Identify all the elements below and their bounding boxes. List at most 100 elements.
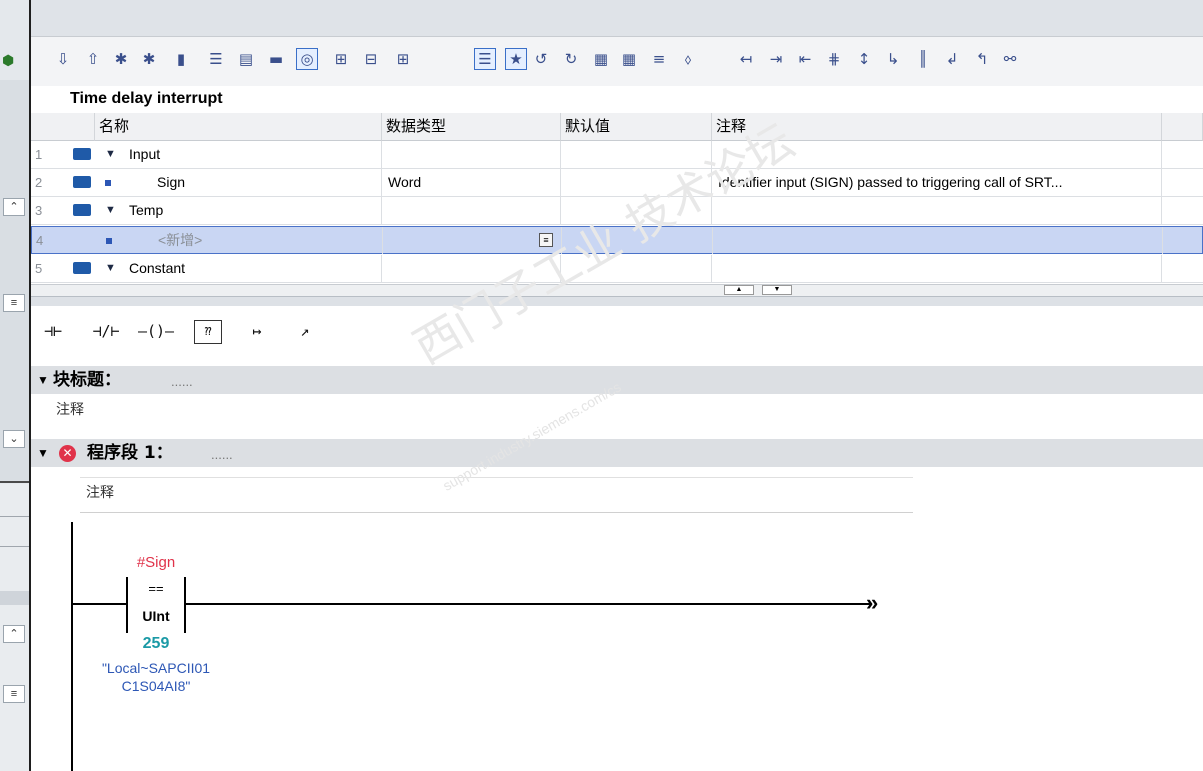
monitor-icon[interactable]: ▦ [590, 48, 612, 70]
menu-lines-icon[interactable]: ≡ [3, 294, 25, 312]
param-type[interactable] [382, 197, 561, 224]
comment-bottom-line [80, 512, 913, 513]
scroll-down-icon[interactable]: ▼ [762, 285, 792, 295]
menu-lines-icon[interactable]: ≡ [3, 685, 25, 703]
operand-top[interactable]: #Sign [116, 554, 196, 571]
parameter-bullet-icon [106, 238, 112, 244]
row-number: 4 [36, 233, 44, 248]
param-comment[interactable] [713, 227, 1163, 254]
panel-divider [0, 546, 29, 547]
network-expand-icon[interactable]: ⊞ [392, 48, 414, 70]
prev-icon[interactable]: ↤ [735, 48, 757, 70]
indent-icon[interactable]: ≡ [648, 48, 670, 70]
panel-tool-icon[interactable]: ⬢ [0, 52, 29, 70]
column-header-datatype[interactable]: 数据类型 [382, 113, 561, 141]
table-row[interactable]: 2 Sign Word Identifier input (SIGN) pass… [31, 169, 1203, 197]
align-left-icon[interactable]: ☰ [205, 48, 227, 70]
error-icon: ✕ [59, 445, 76, 462]
indent-less-icon[interactable]: ⇤ [794, 48, 816, 70]
param-comment[interactable] [712, 197, 1162, 224]
wire-continue-icon: » [866, 590, 879, 615]
network-label: 程序段 1： [87, 443, 173, 463]
operand-bottom-value[interactable]: 259 [116, 635, 196, 653]
collapse-icon[interactable]: ⊟ [360, 48, 382, 70]
goto-alt-icon[interactable]: ↰ [971, 48, 993, 70]
operand-bottom-tag-line2[interactable]: C1S04AI8" [76, 678, 236, 694]
constant-parameter-icon [73, 262, 91, 274]
scroll-down-icon[interactable]: ⌄ [3, 430, 25, 448]
link-icon[interactable]: ↺ [530, 48, 552, 70]
scroll-up-icon[interactable]: ⌃ [3, 198, 25, 216]
expand-icon[interactable]: ⊞ [330, 48, 352, 70]
comment-top-line [80, 477, 913, 478]
delete-row-icon[interactable]: ⇧ [82, 48, 104, 70]
coil-icon[interactable]: –()– [136, 318, 176, 344]
temp-parameter-icon [73, 204, 91, 216]
panel-band [0, 591, 29, 605]
indent-more-icon[interactable]: ⇥ [765, 48, 787, 70]
link-chain-icon[interactable]: ⚯ [999, 48, 1021, 70]
add-new-entry[interactable]: <新增> [142, 227, 383, 254]
insert-row-icon[interactable]: ⇩ [52, 48, 74, 70]
row-number: 5 [35, 261, 43, 276]
table-row[interactable]: 1 ▼ Input [31, 141, 1203, 169]
param-type[interactable] [382, 141, 561, 168]
table-scroll-area[interactable]: ▲ ▼ [31, 284, 1203, 296]
empty-box-icon[interactable]: ⁇ [194, 320, 222, 344]
bars-icon[interactable]: ▬ [265, 48, 287, 70]
network-comment[interactable]: 注释 [86, 482, 114, 502]
column-header-extra [1162, 113, 1203, 141]
shield-icon[interactable]: ⬨ [677, 48, 699, 70]
input-parameter-icon [73, 176, 91, 188]
panel-divider [0, 516, 29, 517]
editor-title-strip [31, 0, 1203, 36]
comment-bubble-icon[interactable]: ◎ [296, 48, 318, 70]
column-header-spacer [31, 113, 95, 141]
favorites-icon[interactable]: ★ [505, 48, 527, 70]
tag-alt-icon[interactable]: ↳ [882, 48, 904, 70]
monitor-alt-icon[interactable]: ▦ [618, 48, 640, 70]
input-parameter-icon [73, 148, 91, 160]
left-lower-panel: ⌃ ≡ [0, 484, 29, 771]
param-name[interactable]: Sign [141, 169, 382, 196]
left-upper-panel: ⌃ ≡ ⌄ [0, 80, 29, 483]
collapse-arrow-icon[interactable]: ▼ [37, 439, 49, 467]
block-title-label: 块标题： [53, 370, 121, 390]
list-icon[interactable]: ☰ [474, 48, 496, 70]
goto-icon[interactable]: ↲ [941, 48, 963, 70]
split-divider[interactable] [31, 296, 1203, 306]
scroll-up-icon[interactable]: ⌃ [3, 625, 25, 643]
normally-closed-contact-icon[interactable]: ⊣/⊢ [86, 318, 126, 344]
param-comment[interactable] [712, 255, 1162, 282]
parameter-bullet-icon [105, 180, 111, 186]
network-title-bar[interactable]: ▼ ✕ 程序段 1： ...... [31, 439, 1203, 467]
grid-icon[interactable]: ⋕ [823, 48, 845, 70]
block-name: Time delay interrupt [70, 90, 223, 107]
compare-datatype[interactable]: UInt [128, 608, 184, 624]
row-number: 1 [35, 147, 43, 162]
wire-left [73, 603, 126, 605]
window-icon[interactable]: ▤ [235, 48, 257, 70]
normally-open-contact-icon[interactable]: ⊣⊢ [36, 318, 70, 344]
collapse-arrow-icon[interactable]: ▼ [37, 366, 49, 394]
add-network-icon[interactable]: ✱ [110, 48, 132, 70]
operand-bottom-tag[interactable]: "Local~SAPCII01 [76, 660, 236, 676]
wire-right [186, 603, 872, 605]
column-header-name[interactable]: 名称 [95, 113, 382, 141]
column-header-default[interactable]: 默认值 [561, 113, 712, 141]
block-icon[interactable]: ▮ [170, 48, 192, 70]
row-number: 3 [35, 203, 43, 218]
row-number: 2 [35, 175, 43, 190]
open-branch-icon[interactable]: ↦ [242, 318, 272, 344]
compare-operator: == [148, 581, 164, 596]
param-type[interactable]: Word [382, 169, 561, 196]
bars-alt-icon[interactable]: ║ [912, 48, 934, 70]
network-title-input[interactable]: ...... [211, 441, 233, 469]
block-comment[interactable]: 注释 [56, 399, 84, 419]
unlink-icon[interactable]: ↻ [560, 48, 582, 70]
scroll-up-icon[interactable]: ▲ [724, 285, 754, 295]
tag-icon[interactable]: ↕ [853, 48, 875, 70]
insert-network-icon[interactable]: ✱ [138, 48, 160, 70]
block-title-input[interactable]: ...... [171, 368, 193, 396]
close-branch-icon[interactable]: ↗ [290, 318, 320, 344]
